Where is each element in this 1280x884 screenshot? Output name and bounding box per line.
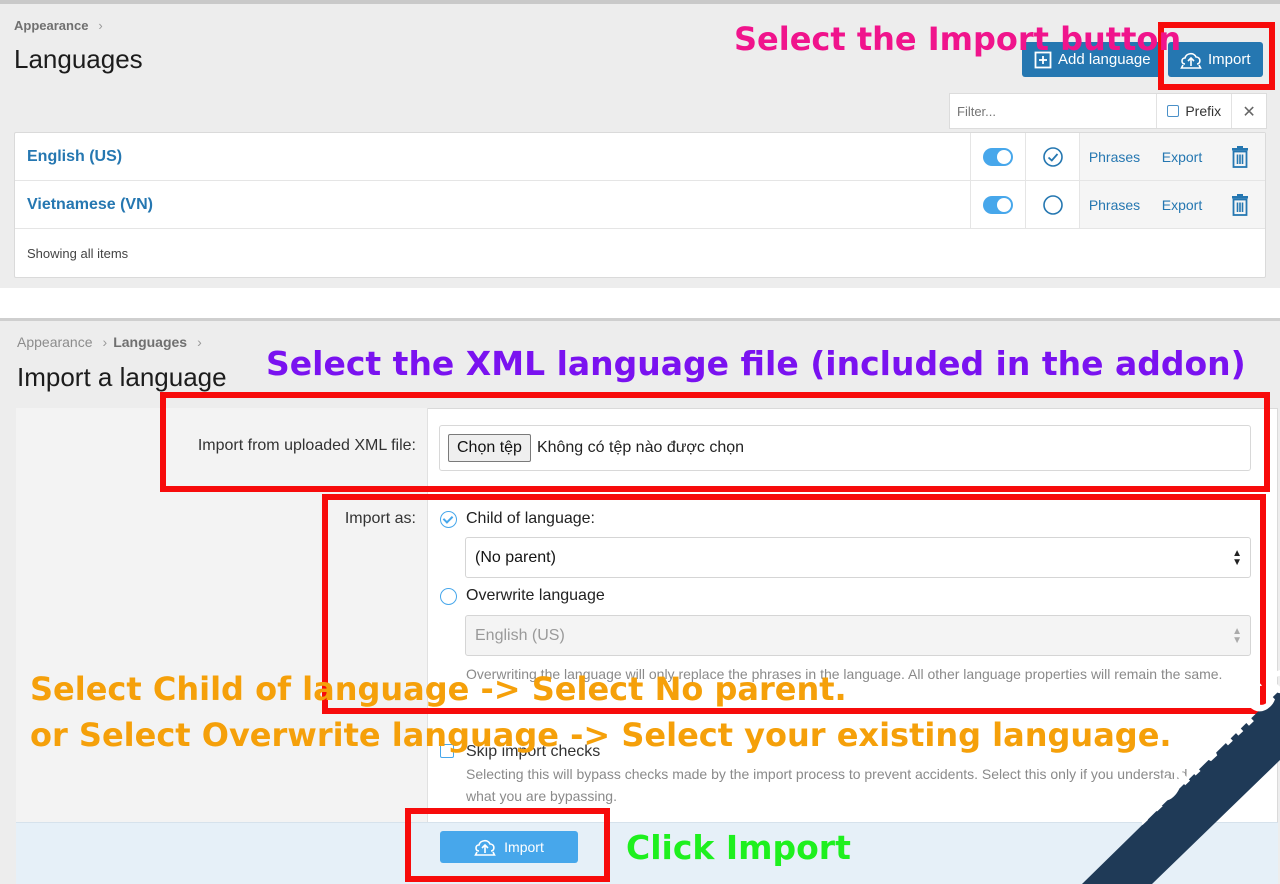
delete-cell — [1215, 181, 1265, 228]
breadcrumb-languages[interactable]: Languages — [113, 334, 187, 350]
chevron-right-icon: › — [102, 334, 108, 350]
chevron-right-icon: › — [98, 18, 103, 33]
page-title: Languages — [14, 44, 143, 74]
default-cell — [1025, 181, 1079, 228]
table-row: English (US) Phrases Export — [15, 133, 1265, 181]
chevron-right-icon: › — [197, 334, 202, 350]
language-list: English (US) Phrases Export Vietnamese (… — [14, 132, 1266, 278]
enable-toggle-cell — [970, 181, 1025, 228]
annotation-child-hint: Select Child of language -> Select No pa… — [30, 670, 847, 708]
breadcrumb-appearance[interactable]: Appearance — [14, 18, 88, 33]
table-row: Vietnamese (VN) Phrases Export — [15, 181, 1265, 229]
default-cell — [1025, 133, 1079, 180]
delete-cell — [1215, 133, 1265, 180]
highlight-file-field — [160, 392, 1270, 492]
close-icon[interactable]: ✕ — [1232, 102, 1266, 121]
enable-toggle[interactable] — [983, 195, 1013, 214]
breadcrumb-appearance[interactable]: Appearance — [17, 334, 93, 350]
list-footer: Showing all items — [27, 246, 129, 261]
export-link[interactable]: Export — [1149, 133, 1215, 180]
filter-bar: Prefix ✕ — [949, 93, 1267, 129]
prefix-checkbox[interactable] — [1167, 105, 1180, 117]
annotation-select-xml: Select the XML language file (included i… — [266, 344, 1246, 383]
prefix-toggle[interactable]: Prefix — [1157, 94, 1233, 128]
prefix-label: Prefix — [1185, 103, 1222, 119]
breadcrumb[interactable]: Appearance › Languages › — [17, 334, 208, 350]
enable-toggle[interactable] — [983, 147, 1013, 166]
export-link[interactable]: Export — [1149, 181, 1215, 228]
circle-icon[interactable] — [1042, 194, 1064, 216]
annotation-overwrite-hint: or Select Overwrite language -> Select y… — [30, 716, 1172, 754]
filter-input[interactable] — [950, 94, 1158, 128]
annotation-click-import: Click Import — [626, 828, 851, 867]
page-title: Import a language — [17, 362, 227, 392]
language-name-link[interactable]: Vietnamese (VN) — [27, 196, 153, 214]
highlight-submit — [405, 808, 610, 882]
breadcrumb[interactable]: Appearance › — [14, 18, 109, 33]
annotation-select-import: Select the Import button — [734, 20, 1182, 58]
phrases-link[interactable]: Phrases — [1079, 133, 1149, 180]
phrases-link[interactable]: Phrases — [1079, 181, 1149, 228]
language-name-link[interactable]: English (US) — [27, 148, 122, 166]
trash-icon[interactable] — [1230, 193, 1250, 216]
trash-icon[interactable] — [1230, 145, 1250, 168]
enable-toggle-cell — [970, 133, 1025, 180]
check-circle-icon[interactable] — [1042, 146, 1064, 168]
